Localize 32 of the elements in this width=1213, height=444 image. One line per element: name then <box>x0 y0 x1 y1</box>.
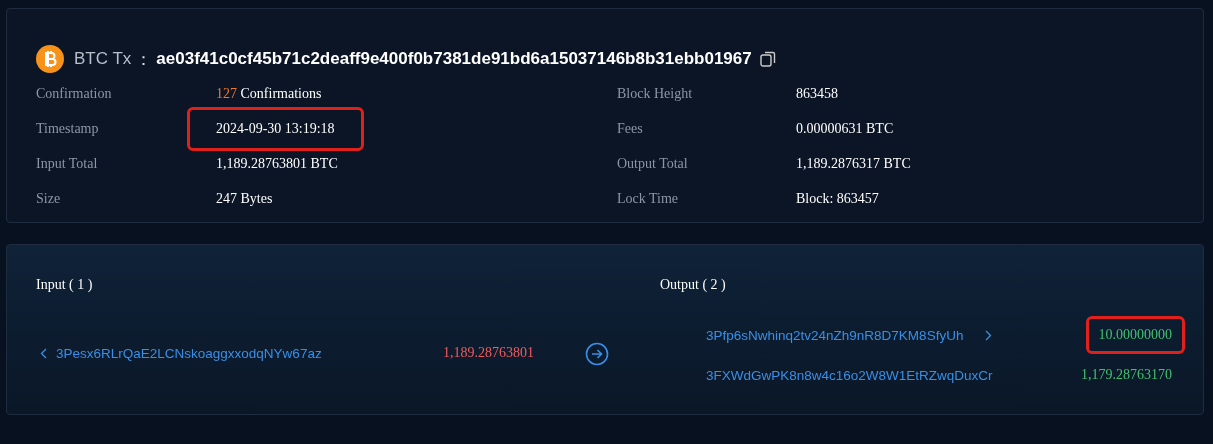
field-value: 1,189.2876317 BTC <box>796 155 911 172</box>
field-label: Timestamp <box>36 120 100 137</box>
chevron-right-icon[interactable] <box>985 329 993 341</box>
field-label: Output Total <box>617 155 689 172</box>
field-value: 863458 <box>796 85 838 102</box>
field-label: Size <box>36 190 62 207</box>
field-value: 1,189.28763801 BTC <box>216 155 338 172</box>
address-link[interactable]: 3Pfp6sNwhinq2tv24nZh9nR8D7KM8SfyUh <box>706 327 964 343</box>
field-label: Confirmation <box>36 85 113 102</box>
section-title: Input ( 1 ) <box>36 277 94 294</box>
field-value: 2024-09-30 13:19:18 <box>190 109 361 148</box>
field-label: Input Total <box>36 155 99 172</box>
address-link[interactable]: 3Pesx6RLrQaE2LCNskoaggxxodqNYw67az <box>56 345 322 361</box>
field-value: 247 Bytes <box>216 190 273 207</box>
arrow-right-icon[interactable] <box>585 342 609 366</box>
section-title: Output ( 2 ) <box>660 277 727 294</box>
field-label: Block Height <box>617 85 694 102</box>
amount: 1,179.28763170 <box>1081 367 1172 383</box>
tx-label: BTC Tx <box>74 49 132 69</box>
address-link[interactable]: 3FXWdGwPK8n8w4c16o2W8W1EtRZwqDuxCr <box>706 367 993 383</box>
field-label: Lock Time <box>617 190 680 207</box>
field-value: 127 Confirmations <box>216 85 322 102</box>
copy-icon[interactable] <box>759 51 776 67</box>
field-value: 0.00000631 BTC <box>796 120 894 137</box>
separator: ： <box>135 48 153 71</box>
bitcoin-icon <box>36 45 64 73</box>
amount: 10.00000000 <box>1088 319 1182 351</box>
field-label: Fees <box>617 120 644 137</box>
chevron-left-icon[interactable] <box>40 347 47 359</box>
amount: 1,189.28763801 <box>443 345 534 361</box>
transaction-hash: ae03f41c0cf45b71c2deaff9e400f0b7381de91bd6a15037146b8b31ebb01967 <box>156 49 752 69</box>
field-value: Block: 863457 <box>796 190 879 207</box>
